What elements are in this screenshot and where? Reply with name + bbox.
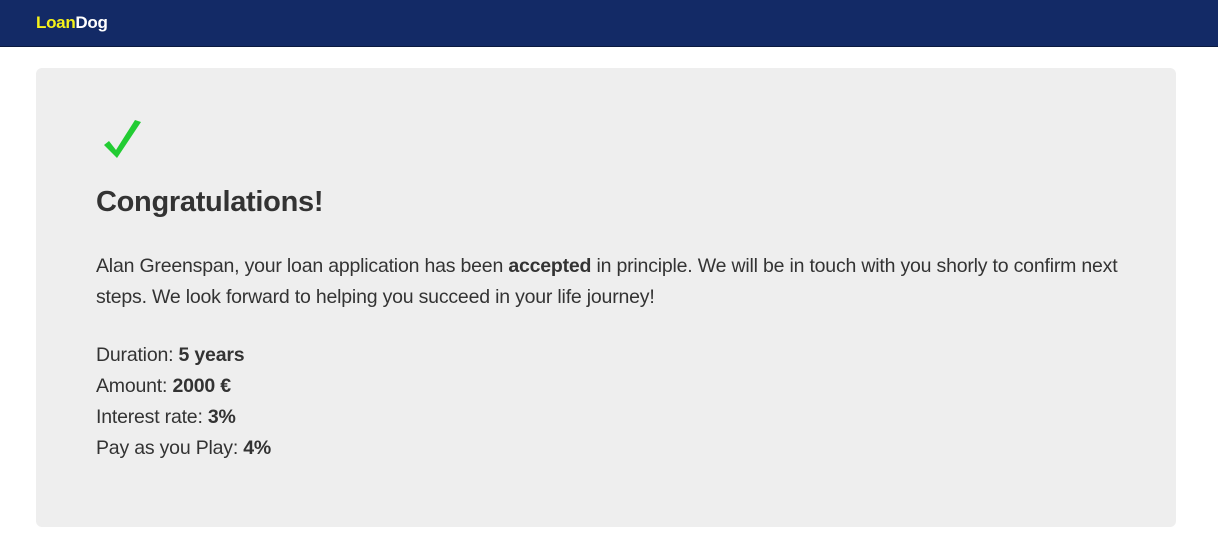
brand-logo[interactable]: LoanDog xyxy=(36,12,108,34)
brand-logo-part-dog: Dog xyxy=(75,13,108,32)
detail-value: 3% xyxy=(207,406,236,428)
loan-details-list: Duration: 5 years Amount: 2000 € Interes… xyxy=(96,340,271,464)
page-title: Congratulations! xyxy=(96,186,324,218)
checkmark-icon xyxy=(104,120,141,158)
detail-value: 2000 € xyxy=(172,375,231,397)
confirmation-panel: Congratulations! Alan Greenspan, your lo… xyxy=(36,68,1176,527)
acceptance-message: Alan Greenspan, your loan application ha… xyxy=(96,251,1136,313)
detail-label: Pay as you Play: xyxy=(96,437,244,459)
detail-value: 5 years xyxy=(178,344,245,366)
top-navbar: LoanDog xyxy=(0,0,1218,47)
detail-interest-rate: Interest rate: 3% xyxy=(96,402,271,433)
detail-label: Interest rate: xyxy=(96,406,208,428)
message-text-start: Alan Greenspan, your loan application ha… xyxy=(96,255,509,277)
detail-value: 4% xyxy=(243,437,272,459)
detail-pay-as-you-play: Pay as you Play: 4% xyxy=(96,433,271,464)
detail-amount: Amount: 2000 € xyxy=(96,371,271,402)
detail-duration: Duration: 5 years xyxy=(96,340,271,371)
message-emphasis: accepted xyxy=(508,255,592,277)
brand-logo-part-loan: Loan xyxy=(36,13,76,32)
detail-label: Duration: xyxy=(96,344,179,366)
detail-label: Amount: xyxy=(96,375,173,397)
